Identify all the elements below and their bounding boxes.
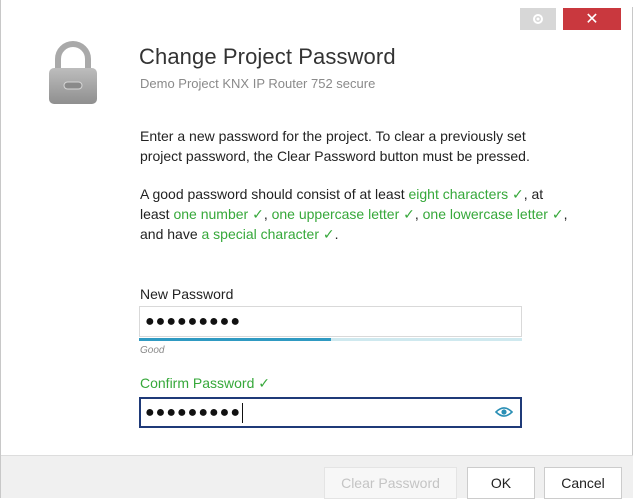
password-strength-bar (139, 338, 522, 341)
requirement-uppercase-letter: one uppercase letter ✓ (271, 206, 415, 222)
requirements-text: , (263, 206, 272, 222)
requirement-one-number: one number ✓ (173, 206, 264, 222)
confirm-password-value: ●●●●●●●●● (145, 403, 241, 421)
password-requirements: A good password should consist of at lea… (140, 184, 570, 244)
new-password-input[interactable]: ●●●●●●●●● (139, 306, 522, 337)
title-bar (1, 0, 633, 7)
requirements-text: , (414, 206, 423, 222)
new-password-value: ●●●●●●●●● (145, 312, 241, 330)
requirement-eight-characters: eight characters ✓ (408, 186, 524, 202)
settings-button[interactable] (520, 8, 556, 30)
confirm-password-label: Confirm Password ✓ (140, 375, 270, 391)
close-icon: ✕ (585, 11, 599, 28)
gear-icon (533, 14, 543, 24)
show-password-eye-icon[interactable] (494, 405, 514, 424)
password-strength-label: Good (140, 345, 165, 356)
confirm-password-input[interactable]: ●●●●●●●●● (139, 397, 522, 428)
requirement-lowercase-letter: one lowercase letter ✓ (422, 206, 564, 222)
requirements-text: . (334, 226, 339, 242)
dialog-title: Change Project Password (139, 44, 396, 69)
close-button[interactable]: ✕ (563, 8, 621, 30)
requirement-special-character: a special character ✓ (201, 226, 335, 242)
instruction-text: Enter a new password for the project. To… (140, 128, 530, 164)
new-password-label: New Password (140, 286, 234, 302)
password-strength-fill (139, 338, 331, 341)
project-name: Demo Project KNX IP Router 752 secure (140, 76, 376, 91)
ok-button[interactable]: OK (467, 467, 535, 499)
text-caret (241, 402, 243, 423)
dialog-footer: Clear Password OK Cancel (1, 455, 633, 499)
lock-icon (47, 40, 99, 111)
cancel-button[interactable]: Cancel (544, 467, 622, 499)
change-password-dialog: ✕ Change Project Password Demo Project K… (0, 0, 633, 499)
requirements-text: A good password should consist of at lea… (140, 186, 409, 202)
clear-password-button[interactable]: Clear Password (324, 467, 457, 499)
